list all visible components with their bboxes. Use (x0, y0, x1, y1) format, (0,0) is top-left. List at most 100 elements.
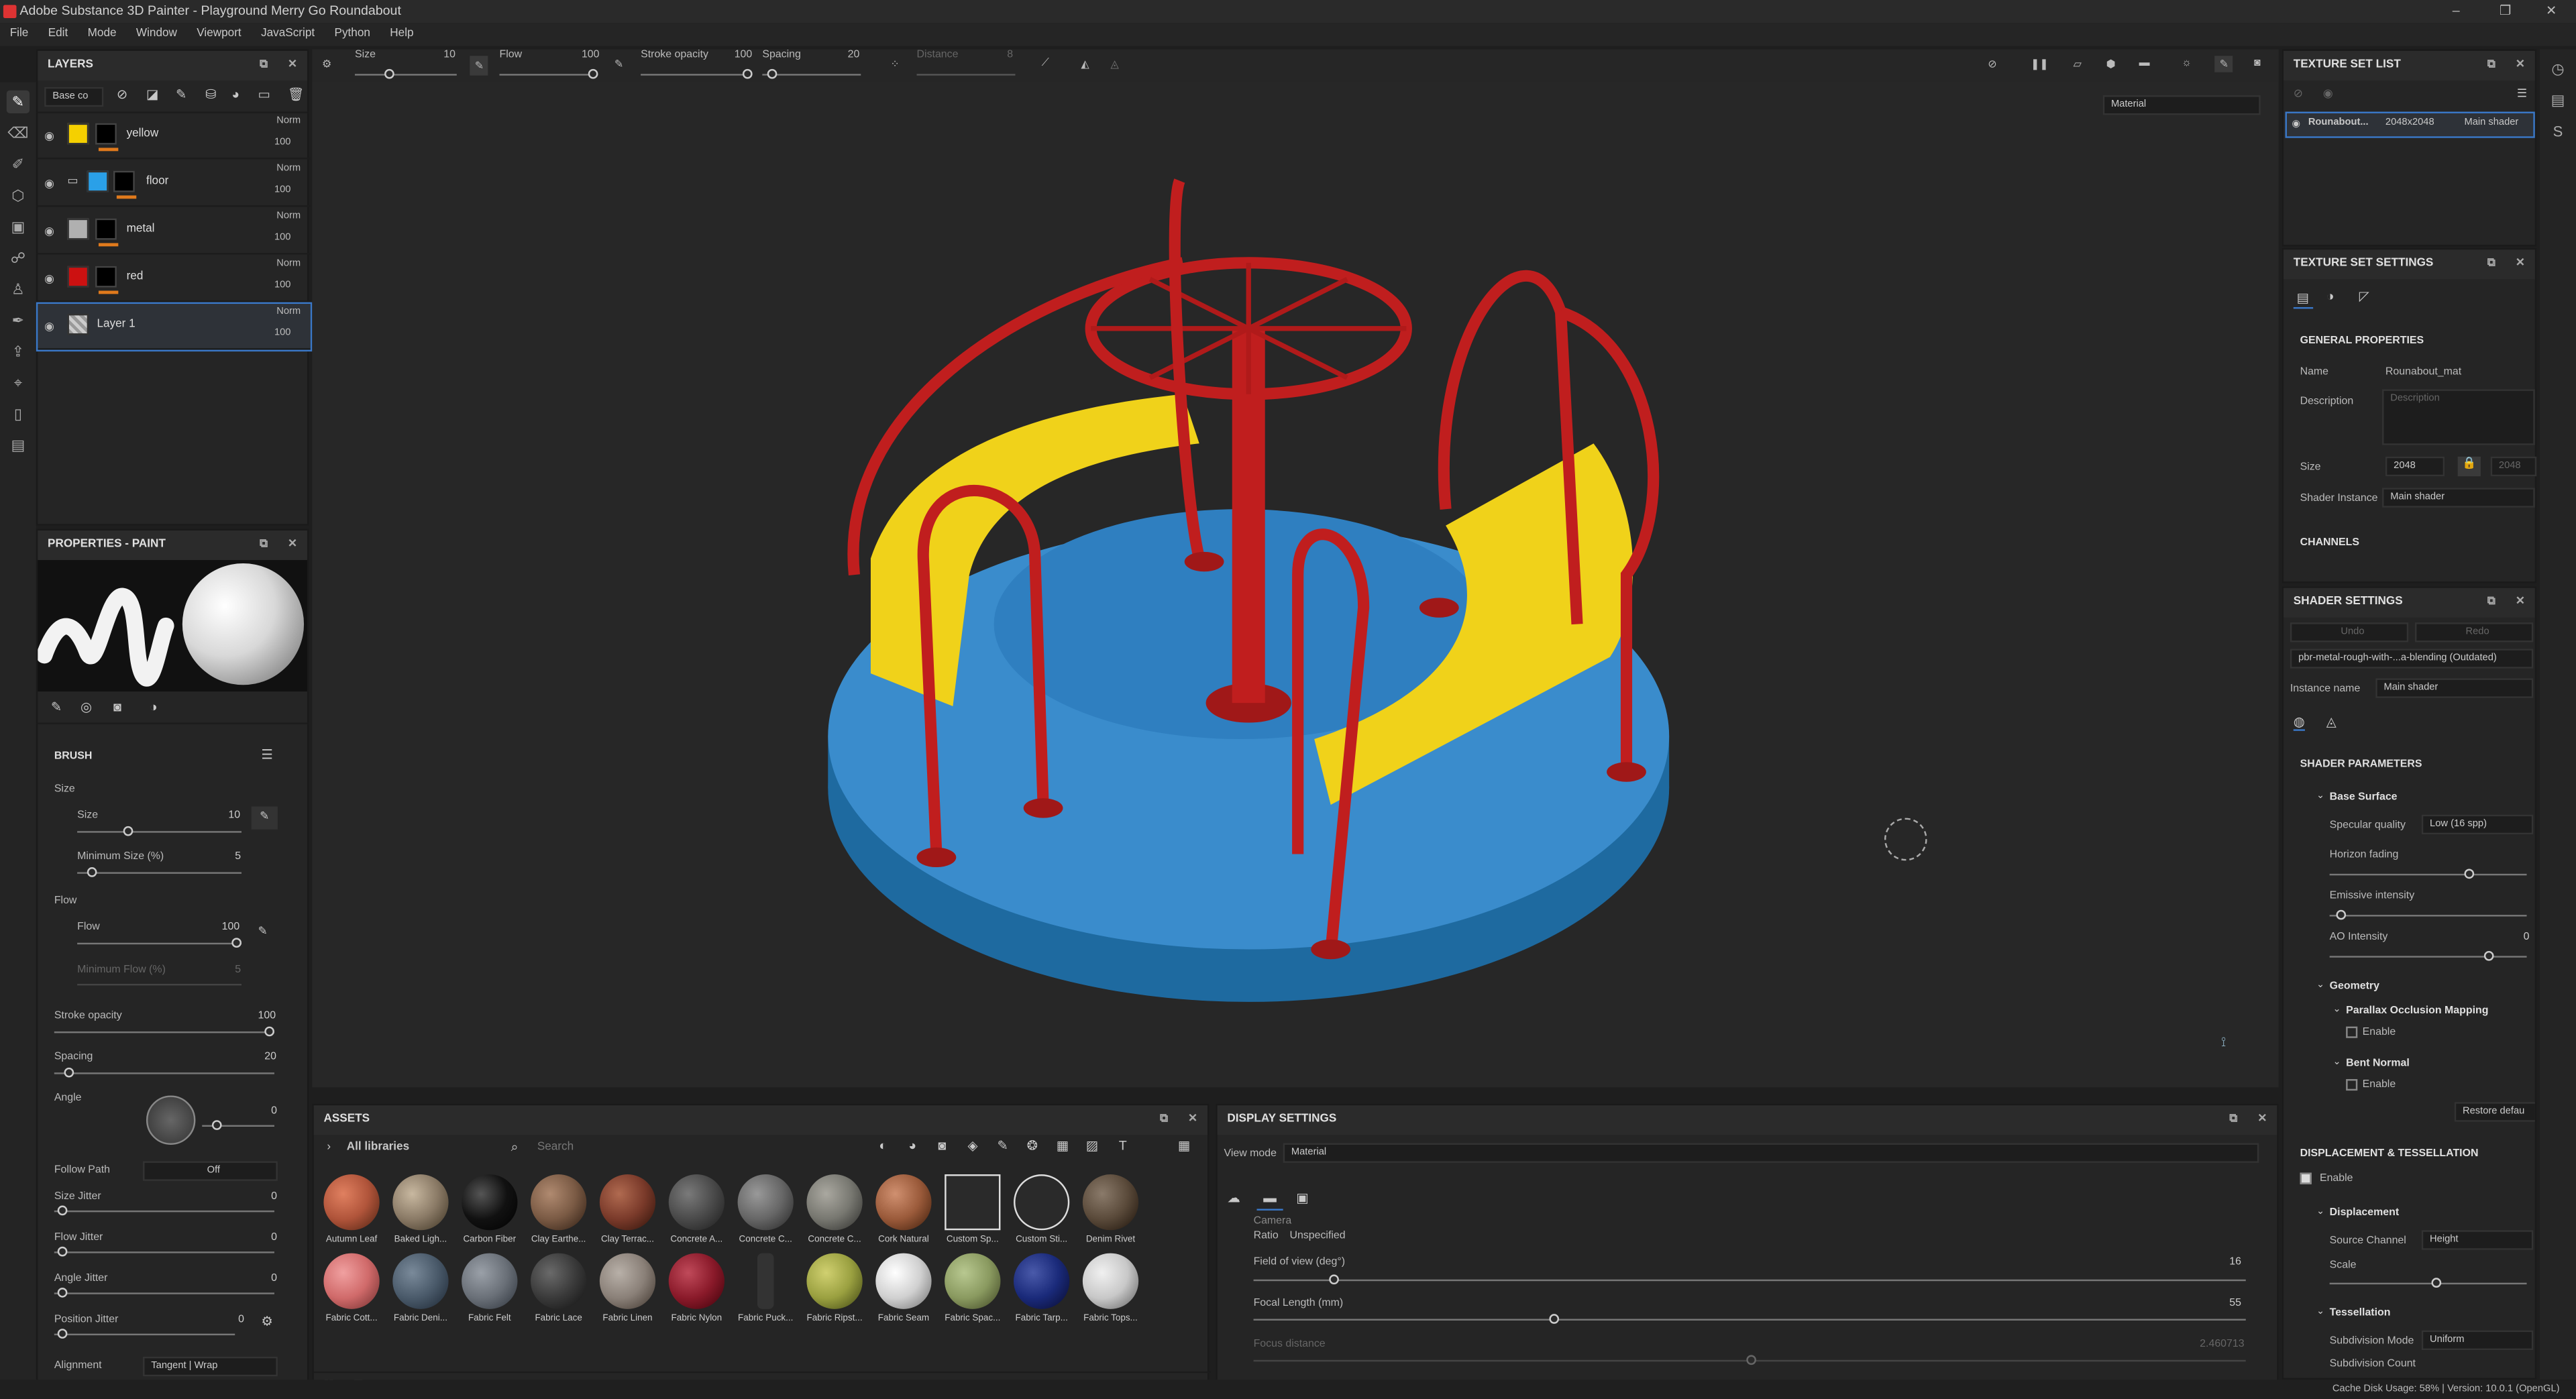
add-smart-material-icon[interactable]: ◕ (231, 87, 239, 102)
texture-set-row[interactable]: ◉ Rounabout... 2048x2048 Main shader (2285, 111, 2535, 138)
name-field[interactable]: Rounabout_mat (2385, 366, 2461, 378)
layer-name[interactable]: metal (127, 223, 155, 235)
asset-tile[interactable]: Fabric Seam (871, 1253, 936, 1324)
pause-icon[interactable]: ❚❚ (2031, 58, 2049, 70)
asset-tile[interactable]: Clay Earthe... (526, 1174, 592, 1245)
flow-jitter-slider[interactable] (54, 1251, 274, 1253)
history-icon[interactable]: ◷ (2546, 58, 2569, 80)
asset-tile[interactable]: Baked Ligh... (388, 1174, 453, 1245)
toolbar-spacing-knob[interactable] (767, 68, 777, 79)
toolbar-spacing-value[interactable]: 20 (848, 49, 860, 60)
layer-name[interactable]: yellow (127, 128, 159, 139)
size-slider[interactable] (77, 831, 242, 833)
eye-icon[interactable]: ◉ (44, 225, 54, 238)
subdivision-mode-select[interactable]: Uniform (2421, 1330, 2534, 1351)
size-knob[interactable] (123, 826, 133, 836)
spacing-knob[interactable] (64, 1067, 74, 1078)
chevron-down-icon[interactable]: ⌄ (2316, 1206, 2324, 1217)
polygon-fill-icon[interactable]: ▣ (7, 215, 30, 238)
geometry-title[interactable]: Geometry (2330, 981, 2379, 992)
menu-javascript[interactable]: JavaScript (251, 23, 324, 46)
chevron-down-icon[interactable]: ⌄ (2316, 1306, 2324, 1317)
camera-tab-icon[interactable]: ▬ (1256, 1188, 1283, 1211)
emissive-intensity-slider[interactable] (2329, 915, 2527, 917)
close-icon[interactable]: ✕ (288, 51, 297, 80)
menu-file[interactable]: File (0, 23, 38, 46)
specular-quality-select[interactable]: Low (16 spp) (2421, 814, 2534, 835)
chevron-down-icon[interactable]: ⌄ (2333, 1056, 2341, 1068)
angle-jitter-value[interactable]: 0 (271, 1273, 277, 1284)
toolbar-stroke-slider[interactable] (641, 74, 749, 76)
lock-icon[interactable]: 🔒 (2457, 456, 2481, 477)
toolbar-flow-slider[interactable] (499, 74, 598, 76)
position-jitter-knob[interactable] (57, 1329, 68, 1339)
eye-icon[interactable]: ◉ (44, 177, 54, 190)
blend-mode-select[interactable]: Norm (276, 164, 301, 174)
add-effect-icon[interactable]: ⊘ (117, 87, 127, 102)
close-icon[interactable]: ✕ (2257, 1105, 2267, 1135)
menu-help[interactable]: Help (380, 23, 424, 46)
toolbar-size-knob[interactable] (384, 68, 394, 79)
layer-opacity[interactable]: 100 (274, 186, 291, 196)
pin-icon[interactable]: ⧉ (2229, 1105, 2237, 1135)
layer-opacity[interactable]: 100 (274, 329, 291, 339)
mesh-maps-tab-icon[interactable]: ◑ (2326, 289, 2334, 304)
clone-stamp-icon[interactable]: ♙ (7, 278, 30, 300)
asset-tile[interactable]: Fabric Tarp... (1009, 1253, 1075, 1324)
add-folder-icon[interactable]: ▭ (258, 87, 270, 102)
bent-normal-title[interactable]: Bent Normal (2346, 1058, 2410, 1069)
filter-environments-icon[interactable]: ▨ (1086, 1138, 1099, 1153)
alignment-select[interactable]: Tangent | Wrap (143, 1356, 278, 1377)
link-icon[interactable]: ⊘ (2294, 87, 2303, 100)
paint-mode-icon[interactable]: ✎ (2214, 56, 2234, 72)
source-channel-select[interactable]: Height (2421, 1230, 2534, 1250)
ao-intensity-value[interactable]: 0 (2524, 932, 2530, 943)
mask-thumbnail[interactable] (95, 218, 117, 240)
blend-mode-select[interactable]: Norm (276, 307, 301, 317)
substance-share-icon[interactable]: S (2546, 120, 2569, 143)
alpha-tab-icon[interactable]: ◎ (80, 700, 92, 714)
close-icon[interactable]: ✕ (2516, 51, 2525, 80)
line-mode-icon[interactable]: ⟋ (1042, 58, 1049, 71)
annotation-icon[interactable]: ⌖ (7, 371, 30, 394)
eraser-icon[interactable]: ⌫ (7, 121, 30, 144)
asset-tile[interactable]: Custom Sp... (940, 1174, 1006, 1245)
displacement-enable-checkbox[interactable] (2300, 1172, 2312, 1184)
asset-tile[interactable]: Fabric Lace (526, 1253, 592, 1324)
toolbar-stroke-knob[interactable] (742, 68, 753, 79)
stencil-tab-icon[interactable]: ◙ (113, 700, 121, 714)
toolbar-flow-knob[interactable] (588, 68, 598, 79)
mask-thumbnail[interactable] (95, 123, 117, 145)
spacing-slider[interactable] (54, 1072, 274, 1074)
angle-dial[interactable] (146, 1095, 196, 1145)
uv-tab-icon[interactable]: ◸ (2359, 289, 2369, 304)
angle-knob[interactable] (211, 1120, 222, 1130)
layer-row-metal[interactable]: ◉ metal Norm 100 (38, 209, 311, 255)
close-icon[interactable]: ✕ (1188, 1105, 1197, 1135)
flow-pressure-icon[interactable]: ✎ (258, 925, 267, 938)
menu-mode[interactable]: Mode (78, 23, 126, 46)
filter-particles-icon[interactable]: ❂ (1027, 1138, 1038, 1153)
layer-row-floor[interactable]: ◉ ▭ floor Norm 100 (38, 161, 311, 207)
filter-masks-icon[interactable]: ◙ (938, 1138, 946, 1153)
pin-icon[interactable]: ⧉ (1160, 1105, 1168, 1135)
brush-menu-icon[interactable]: ☰ (261, 747, 273, 762)
layer-row-red[interactable]: ◉ red Norm 100 (38, 256, 311, 302)
min-size-slider[interactable] (77, 872, 242, 874)
delete-layer-icon[interactable]: 🗑 (288, 87, 305, 102)
pin-icon[interactable]: ⧉ (260, 530, 268, 560)
asset-tile[interactable]: Fabric Spac... (940, 1253, 1006, 1324)
add-fill-layer-icon[interactable]: ⛁ (205, 87, 216, 102)
chevron-down-icon[interactable]: ⌄ (2333, 1003, 2341, 1015)
ao-intensity-knob[interactable] (2483, 950, 2494, 961)
3d-viewport[interactable]: Material ⟟ (312, 82, 2279, 1088)
focal-length-knob[interactable] (1549, 1314, 1560, 1324)
asset-tile[interactable]: Fabric Tops... (1078, 1253, 1144, 1324)
viewport-2d-icon[interactable]: ▱ (2074, 58, 2082, 70)
smudge-icon[interactable]: ☍ (7, 246, 30, 269)
scale-knob[interactable] (2431, 1278, 2442, 1288)
pin-icon[interactable]: ⧉ (2487, 51, 2496, 80)
flow-jitter-value[interactable]: 0 (271, 1232, 277, 1243)
eye-icon[interactable]: ◉ (44, 273, 54, 286)
pom-enable-checkbox[interactable] (2346, 1026, 2358, 1038)
